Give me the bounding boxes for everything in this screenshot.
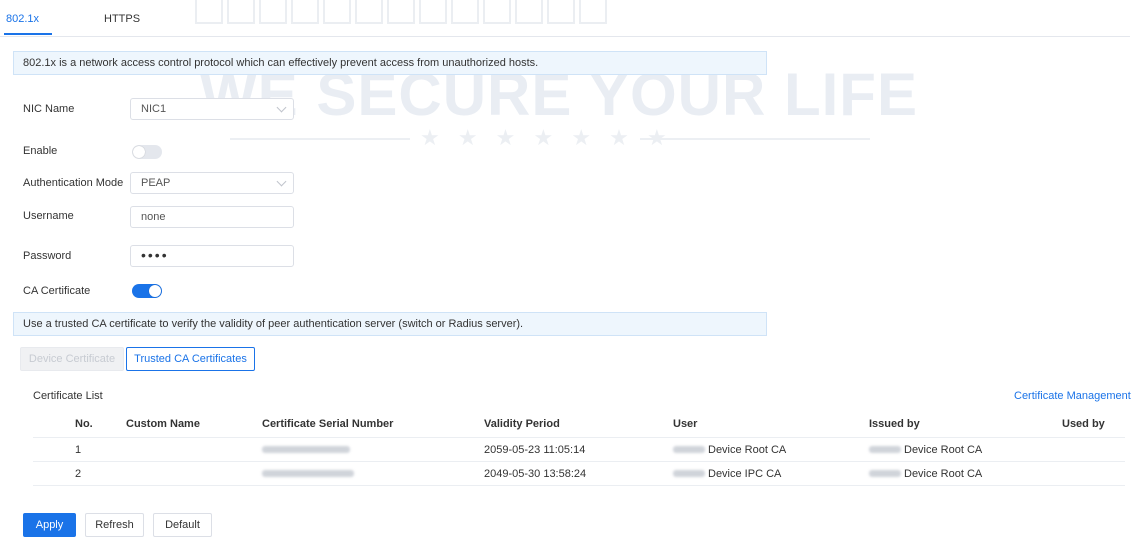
cell-issued-by: Device Root CA bbox=[869, 461, 1062, 486]
col-custom-name: Custom Name bbox=[126, 411, 262, 438]
device-certificate-button[interactable]: Device Certificate bbox=[20, 347, 124, 371]
nic-name-label: NIC Name bbox=[23, 103, 75, 115]
toggle-knob bbox=[133, 146, 145, 158]
redacted-brand bbox=[869, 470, 901, 478]
active-tab-indicator bbox=[4, 33, 52, 35]
cell-used-by bbox=[1062, 437, 1125, 462]
enable-label: Enable bbox=[23, 145, 58, 157]
username-field[interactable]: none bbox=[130, 206, 294, 228]
watermark-stars: ★ ★ ★ ★ ★ ★ ★ bbox=[420, 125, 673, 150]
ca-info-banner-text: Use a trusted CA certificate to verify t… bbox=[23, 318, 524, 330]
redacted-brand bbox=[673, 446, 705, 454]
cell-used-by bbox=[1062, 461, 1125, 486]
col-no: No. bbox=[75, 411, 126, 438]
redacted-brand bbox=[673, 470, 705, 478]
toggle-knob bbox=[149, 285, 161, 297]
col-serial: Certificate Serial Number bbox=[262, 411, 484, 438]
cell-no: 2 bbox=[75, 461, 126, 486]
ca-certificate-toggle[interactable] bbox=[132, 284, 162, 298]
cell-validity: 2049-05-30 13:58:24 bbox=[484, 461, 673, 486]
redacted-serial bbox=[262, 446, 350, 454]
tab-https[interactable]: HTTPS bbox=[104, 13, 140, 25]
col-issued-by: Issued by bbox=[869, 411, 1062, 438]
chevron-down-icon bbox=[276, 176, 287, 187]
tab-bar: 802.1x HTTPS bbox=[0, 0, 1130, 37]
table-row[interactable]: 1 2059-05-23 11:05:14 Device Root CA Dev… bbox=[33, 437, 1125, 462]
chevron-down-icon bbox=[276, 102, 287, 113]
cell-validity: 2059-05-23 11:05:14 bbox=[484, 437, 673, 462]
trusted-ca-certificates-button[interactable]: Trusted CA Certificates bbox=[126, 347, 255, 371]
cell-serial bbox=[262, 461, 484, 486]
certificate-management-link[interactable]: Certificate Management bbox=[1014, 390, 1131, 402]
cell-user: Device Root CA bbox=[673, 437, 869, 462]
cell-custom-name bbox=[126, 437, 262, 462]
enable-toggle[interactable] bbox=[132, 145, 162, 159]
ca-certificate-label: CA Certificate bbox=[23, 285, 91, 297]
auth-mode-select[interactable]: PEAP bbox=[130, 172, 294, 194]
cell-user-text: Device Root CA bbox=[708, 443, 787, 456]
certificate-list-title: Certificate List bbox=[33, 390, 103, 402]
cell-issued-by-text: Device Root CA bbox=[904, 467, 983, 480]
nic-name-value: NIC1 bbox=[141, 103, 167, 115]
password-label: Password bbox=[23, 250, 72, 262]
default-button[interactable]: Default bbox=[153, 513, 212, 537]
username-label: Username bbox=[23, 210, 74, 222]
table-header-row: No. Custom Name Certificate Serial Numbe… bbox=[33, 411, 1125, 438]
apply-button[interactable]: Apply bbox=[23, 513, 76, 537]
auth-mode-value: PEAP bbox=[141, 177, 171, 189]
watermark-line-left bbox=[230, 138, 410, 140]
row-selector bbox=[33, 461, 75, 486]
row-selector bbox=[33, 437, 75, 462]
redacted-brand bbox=[869, 446, 901, 454]
refresh-button[interactable]: Refresh bbox=[85, 513, 144, 537]
auth-mode-label: Authentication Mode bbox=[23, 177, 124, 189]
col-validity: Validity Period bbox=[484, 411, 673, 438]
watermark-line-right bbox=[640, 138, 870, 140]
cell-custom-name bbox=[126, 461, 262, 486]
cell-no: 1 bbox=[75, 437, 126, 462]
info-banner: 802.1x is a network access control proto… bbox=[13, 51, 767, 75]
ca-info-banner: Use a trusted CA certificate to verify t… bbox=[13, 312, 767, 336]
password-field[interactable]: •••• bbox=[130, 245, 294, 267]
tab-802-1x[interactable]: 802.1x bbox=[6, 13, 39, 25]
info-banner-text: 802.1x is a network access control proto… bbox=[23, 57, 539, 69]
nic-name-select[interactable]: NIC1 bbox=[130, 98, 294, 120]
certificate-table: No. Custom Name Certificate Serial Numbe… bbox=[33, 411, 1125, 486]
cell-user: Device IPC CA bbox=[673, 461, 869, 486]
col-checkbox bbox=[33, 411, 75, 438]
cell-issued-by: Device Root CA bbox=[869, 437, 1062, 462]
cell-user-text: Device IPC CA bbox=[708, 467, 782, 480]
col-used-by: Used by bbox=[1062, 411, 1125, 438]
table-row[interactable]: 2 2049-05-30 13:58:24 Device IPC CA Devi… bbox=[33, 461, 1125, 486]
redacted-serial bbox=[262, 470, 354, 478]
col-user: User bbox=[673, 411, 869, 438]
cell-issued-by-text: Device Root CA bbox=[904, 443, 983, 456]
cell-serial bbox=[262, 437, 484, 462]
